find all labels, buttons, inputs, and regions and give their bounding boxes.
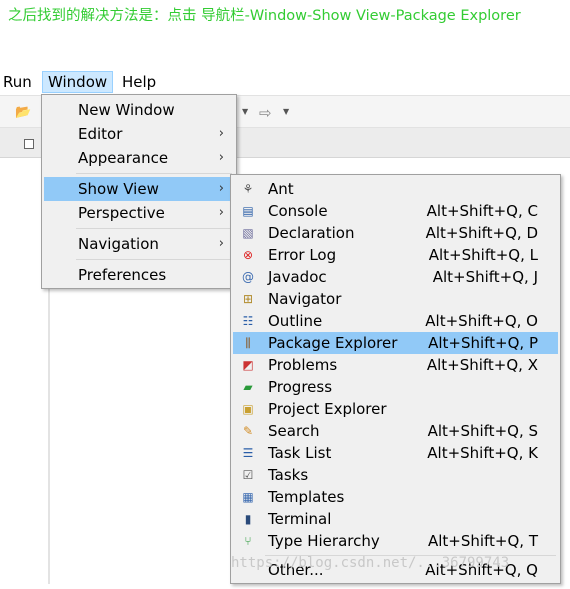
menu-item-project-explorer[interactable]: ▣ Project Explorer	[233, 398, 558, 420]
menu-item-tasks[interactable]: ☑ Tasks	[233, 464, 558, 486]
menu-bar: Run Window Help	[0, 70, 570, 94]
chevron-down-icon[interactable]: ▼	[242, 107, 248, 116]
menu-window[interactable]: Window	[42, 71, 114, 93]
menu-item-console[interactable]: ▤ Console Alt+Shift+Q, C	[233, 200, 558, 222]
menu-item-error-log[interactable]: ⊗ Error Log Alt+Shift+Q, L	[233, 244, 558, 266]
menu-item-show-view[interactable]: Show View ›	[44, 177, 234, 201]
navigator-icon: ⊞	[242, 292, 254, 306]
chevron-right-icon: ›	[218, 181, 224, 196]
type-hierarchy-icon: ⑂	[244, 534, 252, 548]
chevron-right-icon: ›	[218, 150, 224, 165]
error-log-icon: ⊗	[242, 248, 254, 262]
menu-separator	[76, 173, 232, 174]
menu-item-problems[interactable]: ◩ Problems Alt+Shift+Q, X	[233, 354, 558, 376]
instruction-note: 之后找到的解决方法是：点击 导航栏-Window-Show View-Packa…	[8, 8, 521, 24]
menu-run[interactable]: Run	[0, 71, 37, 93]
tasks-icon: ☑	[242, 468, 254, 482]
show-view-submenu: ⚘ Ant ▤ Console Alt+Shift+Q, C ▧ Declara…	[230, 174, 561, 584]
menu-item-package-explorer[interactable]: ⫼ Package Explorer Alt+Shift+Q, P	[233, 332, 558, 354]
menu-separator	[76, 228, 232, 229]
templates-icon: ▦	[242, 490, 254, 504]
menu-item-type-hierarchy[interactable]: ⑂ Type Hierarchy Alt+Shift+Q, T	[233, 530, 558, 552]
project-explorer-icon: ▣	[242, 402, 254, 416]
menu-item-ant[interactable]: ⚘ Ant	[233, 178, 558, 200]
menu-item-task-list[interactable]: ☰ Task List Alt+Shift+Q, K	[233, 442, 558, 464]
ant-icon: ⚘	[242, 182, 254, 196]
menu-item-terminal[interactable]: ▮ Terminal	[233, 508, 558, 530]
problems-icon: ◩	[242, 358, 254, 372]
menu-item-preferences[interactable]: Preferences	[44, 263, 234, 287]
menu-item-editor[interactable]: Editor ›	[44, 122, 234, 146]
chevron-right-icon: ›	[218, 236, 224, 251]
progress-icon: ▰	[243, 380, 253, 394]
open-folder-icon[interactable]: 📂	[15, 105, 31, 120]
task-list-icon: ☰	[242, 446, 254, 460]
menu-help[interactable]: Help	[117, 71, 161, 93]
menu-item-templates[interactable]: ▦ Templates	[233, 486, 558, 508]
menu-item-declaration[interactable]: ▧ Declaration Alt+Shift+Q, D	[233, 222, 558, 244]
menu-item-search[interactable]: ✎ Search Alt+Shift+Q, S	[233, 420, 558, 442]
package-explorer-icon: ⫼	[245, 336, 251, 350]
forward-arrow-icon[interactable]: ⇨	[259, 104, 272, 122]
watermark: https://blog.csdn.net/...36799743	[231, 555, 510, 571]
outline-icon: ☷	[242, 314, 254, 328]
terminal-icon: ▮	[244, 512, 252, 526]
window-menu: New Window Editor › Appearance › Show Vi…	[41, 94, 237, 289]
menu-item-navigation[interactable]: Navigation ›	[44, 232, 234, 256]
console-icon: ▤	[242, 204, 254, 218]
menu-item-navigator[interactable]: ⊞ Navigator	[233, 288, 558, 310]
menu-item-appearance[interactable]: Appearance ›	[44, 146, 234, 170]
chevron-down-icon[interactable]: ▼	[283, 107, 289, 116]
menu-item-javadoc[interactable]: @ Javadoc Alt+Shift+Q, J	[233, 266, 558, 288]
menu-item-perspective[interactable]: Perspective ›	[44, 201, 234, 225]
declaration-icon: ▧	[242, 226, 254, 240]
menu-item-progress[interactable]: ▰ Progress	[233, 376, 558, 398]
menu-item-outline[interactable]: ☷ Outline Alt+Shift+Q, O	[233, 310, 558, 332]
chevron-right-icon: ›	[218, 126, 224, 141]
search-icon: ✎	[242, 424, 254, 438]
menu-item-new-window[interactable]: New Window	[44, 98, 234, 122]
javadoc-icon: @	[242, 270, 254, 284]
menu-separator	[76, 259, 232, 260]
chevron-right-icon: ›	[218, 205, 224, 220]
minimize-icon[interactable]	[24, 139, 34, 149]
